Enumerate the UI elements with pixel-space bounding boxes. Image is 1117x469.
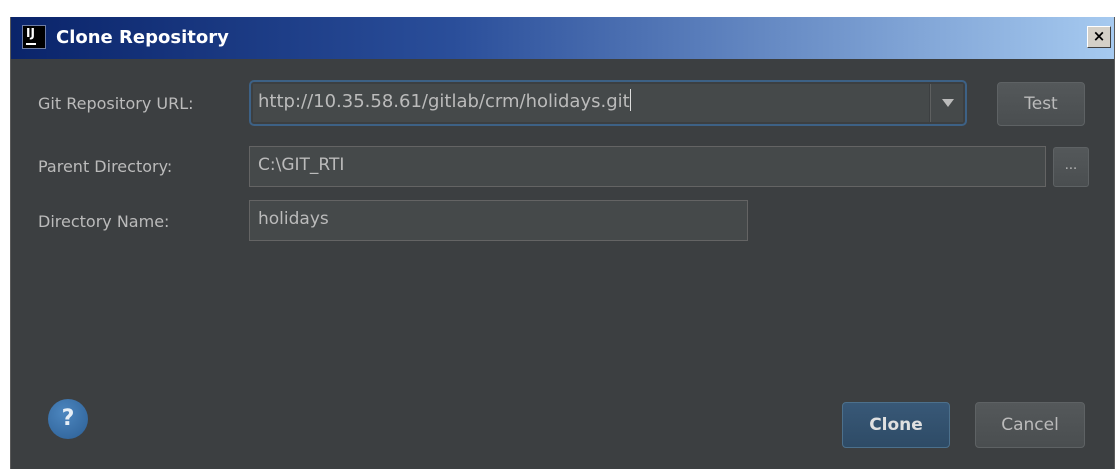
url-input[interactable]: http://10.35.58.61/gitlab/crm/holidays.g… xyxy=(253,84,929,122)
cancel-button-label: Cancel xyxy=(1001,415,1059,435)
app-icon-text: IJ xyxy=(26,26,35,40)
test-button-label: Test xyxy=(1024,94,1058,114)
text-caret xyxy=(629,89,631,111)
clone-repository-dialog: IJ Clone Repository × Git Repository URL… xyxy=(10,17,1115,469)
help-glyph: ? xyxy=(61,406,75,431)
url-label: Git Repository URL: xyxy=(38,94,194,114)
url-combo-box[interactable]: http://10.35.58.61/gitlab/crm/holidays.g… xyxy=(249,80,967,126)
help-icon[interactable]: ? xyxy=(48,399,88,439)
window-title: Clone Repository xyxy=(56,27,229,48)
parent-directory-field[interactable]: C:\GIT_RTI xyxy=(249,146,1046,187)
url-label-text: Git Repository URL: xyxy=(38,94,194,113)
browse-button-label: ... xyxy=(1064,158,1078,173)
directory-name-value: holidays xyxy=(258,209,329,229)
parent-directory-value: C:\GIT_RTI xyxy=(258,155,345,175)
cancel-button[interactable]: Cancel xyxy=(975,402,1085,448)
close-button[interactable]: × xyxy=(1087,26,1111,48)
clone-button-label: Clone xyxy=(869,415,923,435)
intellij-icon: IJ xyxy=(22,25,46,49)
chevron-down-icon xyxy=(942,99,954,107)
close-icon: × xyxy=(1092,27,1106,45)
test-button[interactable]: Test xyxy=(997,82,1085,126)
directory-name-label-text: Directory Name: xyxy=(38,212,170,231)
clone-button[interactable]: Clone xyxy=(842,402,950,448)
parent-directory-label-text: Parent Directory: xyxy=(38,157,173,176)
title-bar: IJ Clone Repository × xyxy=(11,17,1114,59)
browse-button[interactable]: ... xyxy=(1053,147,1089,187)
url-dropdown-button[interactable] xyxy=(930,84,963,122)
parent-directory-label: Parent Directory: xyxy=(38,157,172,177)
directory-name-field[interactable]: holidays xyxy=(249,200,748,241)
app-icon-underline xyxy=(26,43,36,45)
url-value: http://10.35.58.61/gitlab/crm/holidays.g… xyxy=(258,91,630,112)
directory-name-label: Directory Name: xyxy=(38,212,169,232)
